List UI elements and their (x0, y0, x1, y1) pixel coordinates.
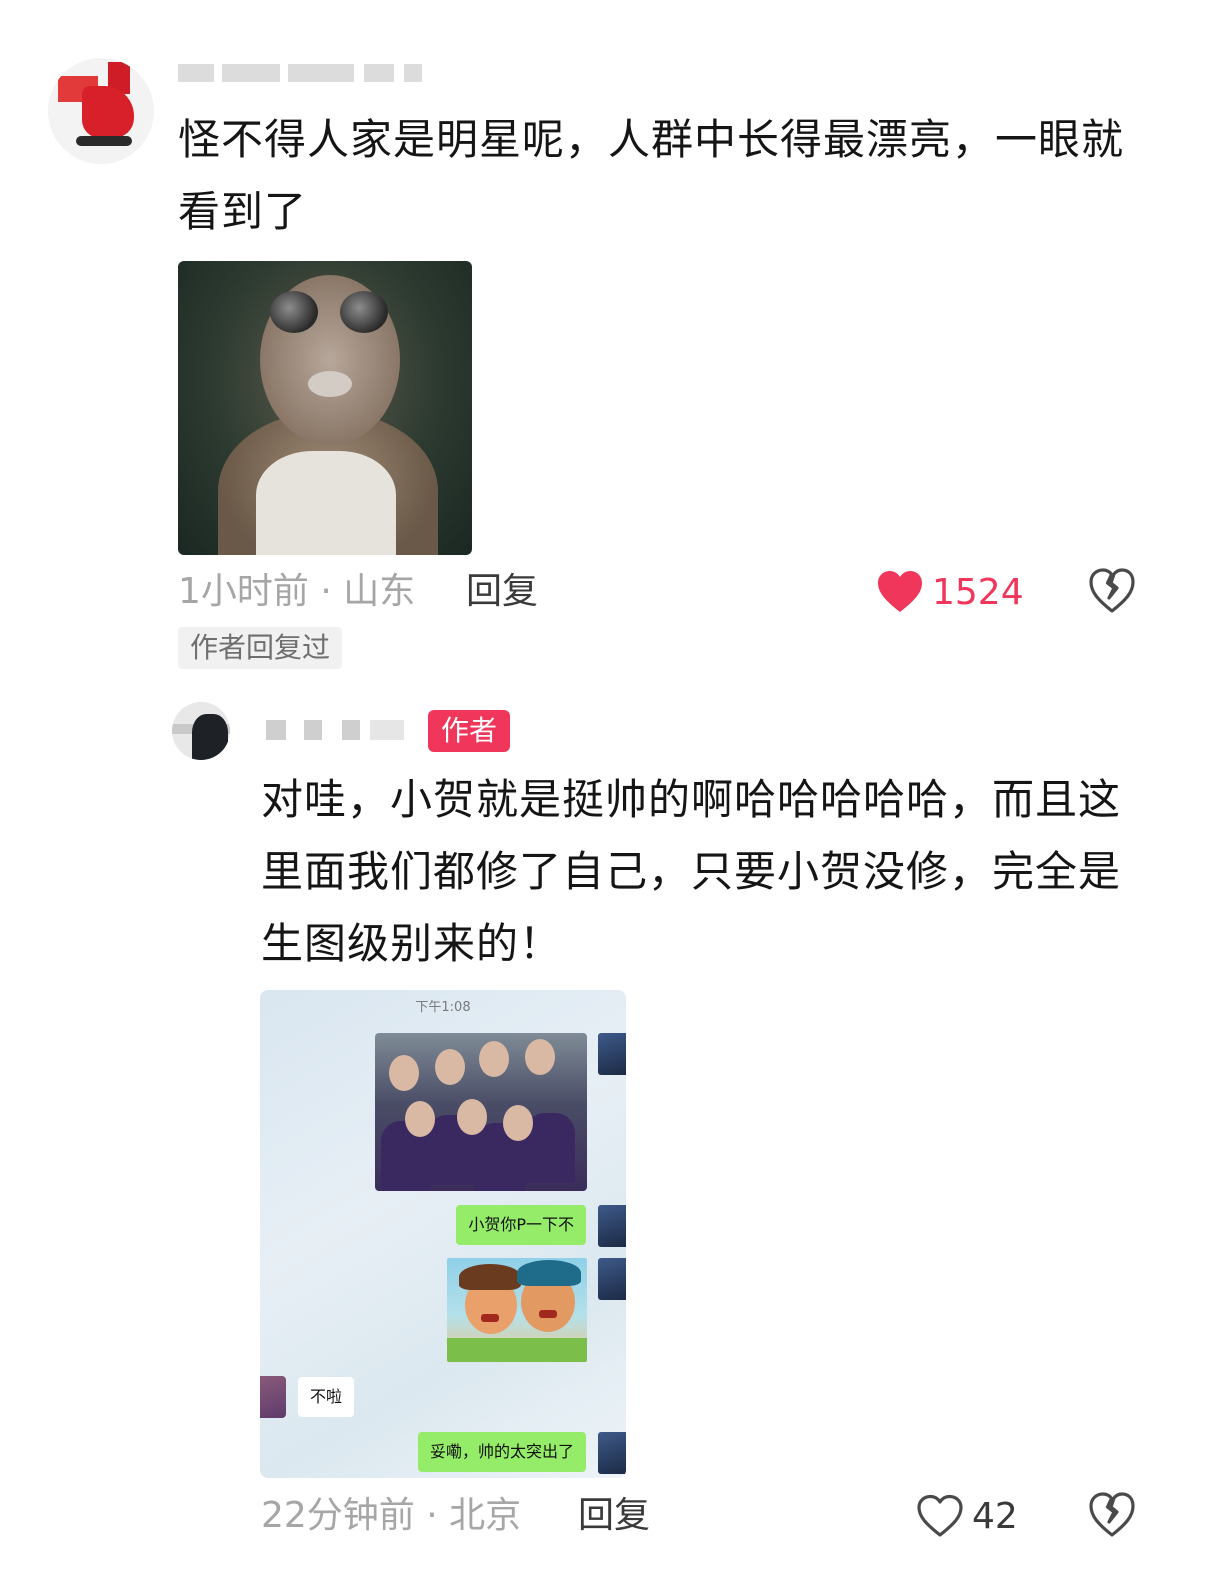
chat-avatar-self (598, 1258, 626, 1300)
meme-image[interactable] (178, 261, 472, 555)
chat-message-self: 小贺你P一下不 (456, 1205, 586, 1245)
comment-time-location: 1小时前 · 山东 (178, 571, 416, 612)
author-name-redacted[interactable] (262, 712, 422, 752)
author-replied-tag: 作者回复过 (178, 627, 343, 669)
reply-time-location: 22分钟前 · 北京 (261, 1495, 522, 1536)
reply-text: 对哇，小贺就是挺帅的啊哈哈哈哈哈，而且这里面我们都修了自己，只要小贺没修，完全是… (261, 775, 1122, 968)
chat-message-other: 不啦 (298, 1377, 355, 1417)
reply-button[interactable]: 回复 (466, 566, 538, 618)
reply-button[interactable]: 回复 (578, 1490, 650, 1542)
like-button[interactable]: 42 (916, 1490, 1018, 1542)
like-count: 42 (972, 1495, 1018, 1537)
author-avatar[interactable] (172, 702, 230, 760)
chat-avatar-self (598, 1205, 626, 1247)
chat-message-self: 妥嘞，帅的太突出了 (417, 1432, 586, 1472)
like-count: 1524 (932, 571, 1024, 613)
comment-text: 怪不得人家是明星呢，人群中长得最漂亮，一眼就看到了 (178, 115, 1125, 236)
dislike-broken-heart-icon[interactable] (1088, 568, 1136, 614)
chat-timestamp: 下午1:08 (415, 1000, 471, 1015)
commenter-avatar[interactable] (48, 58, 154, 164)
heart-filled-icon (878, 571, 922, 612)
group-photo (375, 1033, 587, 1191)
chat-avatar-other (260, 1376, 286, 1418)
commenter-name-redacted[interactable] (178, 58, 448, 88)
heart-outline-icon (917, 1494, 963, 1537)
chat-avatar-self (598, 1432, 626, 1474)
sticker-image (447, 1258, 587, 1362)
dislike-broken-heart-icon[interactable] (1088, 1492, 1136, 1538)
chat-screenshot-image[interactable]: 下午1:08 小贺你P一下不 不啦 妥嘞，帅的太突出了 (260, 990, 626, 1478)
chat-avatar-self (598, 1033, 626, 1075)
author-badge: 作者 (428, 710, 511, 752)
like-button[interactable]: 1524 (876, 566, 1024, 618)
